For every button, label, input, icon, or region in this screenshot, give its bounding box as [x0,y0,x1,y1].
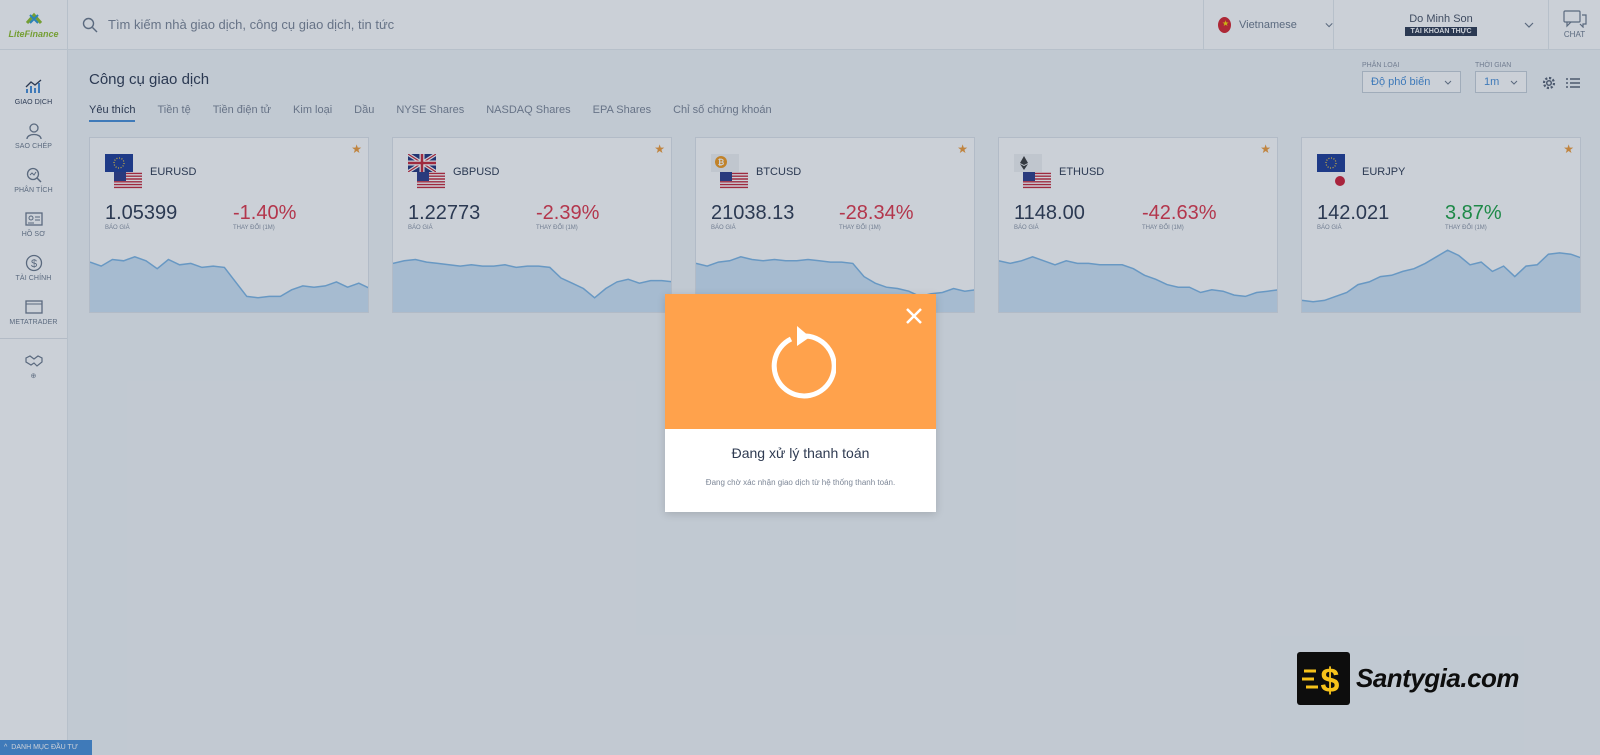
payment-processing-modal: Đang xử lý thanh toán Đang chờ xác nhận … [665,294,936,512]
watermark-text: Santygia.com [1356,663,1520,693]
modal-subtitle: Đang chờ xác nhận giao dịch từ hệ thống … [705,478,896,487]
refresh-icon [771,325,836,398]
watermark-logo-icon: $ [1297,652,1350,705]
close-icon[interactable] [904,306,924,326]
watermark: $ Santygia.com [1297,652,1547,705]
modal-header [665,294,936,429]
svg-text:$: $ [1320,662,1339,699]
modal-title: Đang xử lý thanh toán [731,445,870,461]
